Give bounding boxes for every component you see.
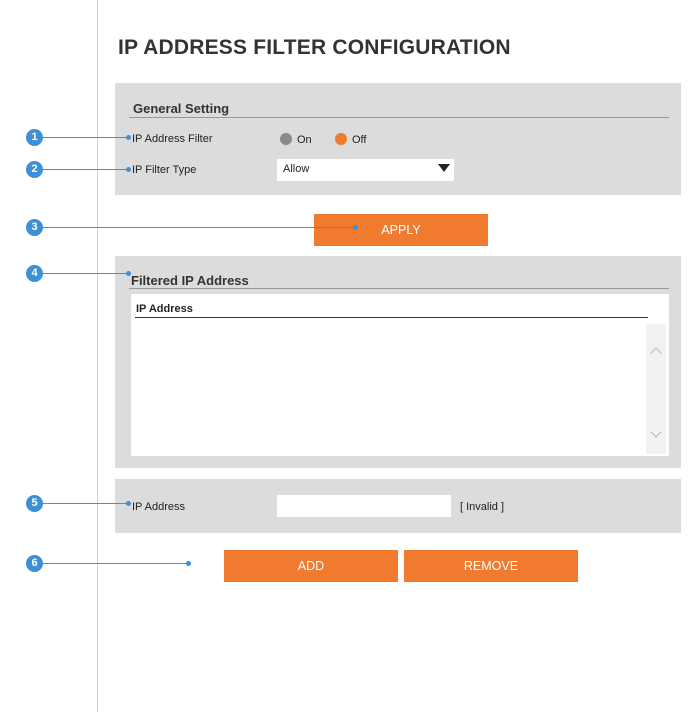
ip-address-input[interactable] (277, 495, 451, 517)
column-header-underline (135, 317, 648, 318)
general-setting-title: General Setting (133, 101, 230, 116)
chevron-down-icon (438, 164, 450, 172)
off-radio[interactable] (335, 133, 347, 145)
filter-type-label: IP Filter Type (132, 164, 197, 176)
callout-marker-1: 1 (26, 129, 43, 146)
callout-line-2 (43, 169, 127, 170)
filtered-ip-divider (129, 288, 669, 289)
general-setting-panel: General Setting IP Address Filter On Off… (115, 83, 681, 195)
page-title: IP ADDRESS FILTER CONFIGURATION (118, 36, 511, 59)
callout-dot-1 (126, 135, 131, 140)
scroll-up-icon[interactable] (650, 347, 662, 359)
list-scrollbar[interactable] (646, 324, 666, 454)
callout-dot-4 (126, 271, 131, 276)
callout-dot-3 (353, 225, 358, 230)
callout-line-6 (43, 563, 187, 564)
remove-button[interactable]: REMOVE (404, 550, 578, 582)
page-left-border (97, 0, 98, 712)
filter-type-value: Allow (283, 163, 310, 175)
ip-status-text: [ Invalid ] (460, 501, 505, 513)
callout-dot-6 (186, 561, 191, 566)
ip-filter-label: IP Address Filter (132, 133, 213, 145)
ip-address-column-header: IP Address (136, 303, 193, 315)
scroll-down-icon[interactable] (650, 426, 662, 438)
filtered-ip-title: Filtered IP Address (131, 273, 249, 288)
callout-marker-6: 6 (26, 555, 43, 572)
filtered-ip-list[interactable]: IP Address (131, 294, 669, 456)
callout-line-5 (43, 503, 127, 504)
callout-dot-2 (126, 167, 131, 172)
apply-button[interactable]: APPLY (314, 214, 488, 246)
callout-line-4 (43, 273, 127, 274)
add-button[interactable]: ADD (224, 550, 398, 582)
callout-marker-4: 4 (26, 265, 43, 282)
general-setting-divider (129, 117, 669, 118)
on-radio[interactable] (280, 133, 292, 145)
callout-marker-2: 2 (26, 161, 43, 178)
on-radio-label[interactable]: On (297, 134, 312, 146)
callout-marker-5: 5 (26, 495, 43, 512)
ip-entry-label: IP Address (132, 501, 185, 513)
filtered-ip-panel: Filtered IP Address IP Address (115, 256, 681, 468)
callout-marker-3: 3 (26, 219, 43, 236)
callout-line-1 (43, 137, 127, 138)
off-radio-label[interactable]: Off (352, 134, 366, 146)
callout-line-3 (43, 227, 355, 228)
ip-entry-panel: IP Address [ Invalid ] (115, 479, 681, 533)
callout-dot-5 (126, 501, 131, 506)
filter-type-select[interactable]: Allow (277, 159, 454, 181)
